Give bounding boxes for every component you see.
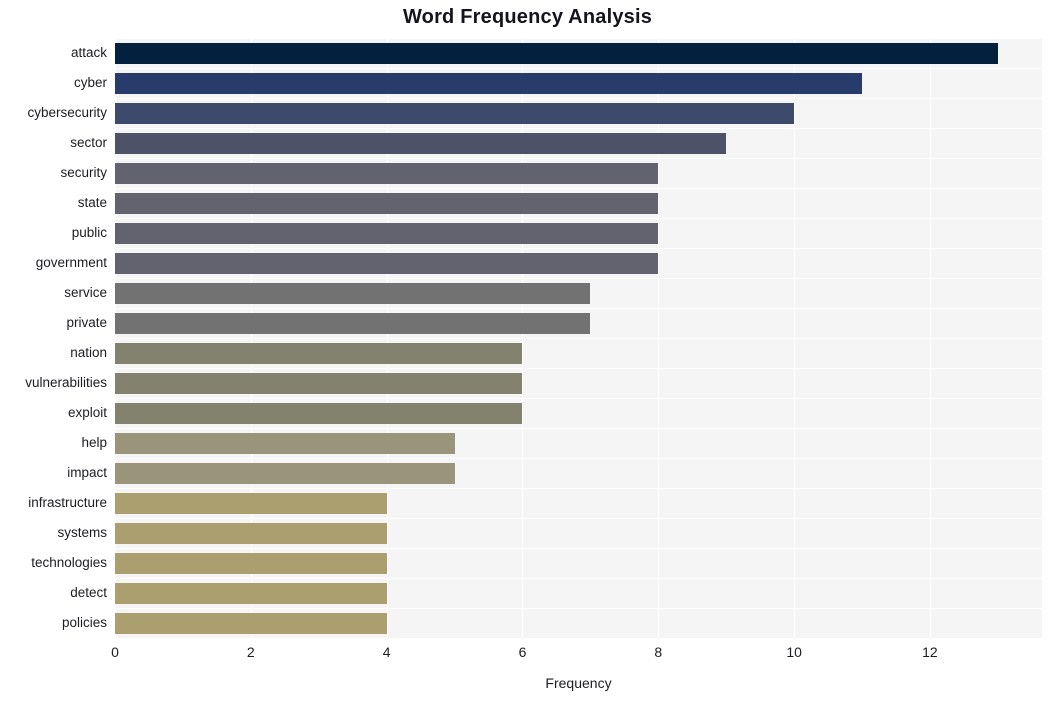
x-axis-tick-label: 12: [922, 644, 938, 660]
y-axis-tick-label: impact: [67, 465, 107, 480]
y-axis-tick-label: technologies: [31, 555, 107, 570]
y-axis-tick-label: detect: [70, 585, 107, 600]
y-axis-tick-label: vulnerabilities: [25, 375, 107, 390]
y-axis-tick-label: cybersecurity: [27, 105, 107, 120]
y-axis-tick-label: help: [81, 435, 107, 450]
x-axis-tick-label: 10: [786, 644, 802, 660]
y-axis-tick-label: security: [60, 165, 107, 180]
y-axis-tick-label: nation: [70, 345, 107, 360]
y-axis-tick-label: infrastructure: [28, 495, 107, 510]
y-axis-tick-label: service: [64, 285, 107, 300]
x-axis-tick-label: 2: [246, 644, 255, 660]
y-axis-tick-label: government: [35, 255, 107, 270]
y-axis-tick-label: attack: [70, 45, 107, 60]
y-axis-tick-label: exploit: [67, 405, 107, 420]
y-axis-tick-label: systems: [57, 525, 107, 540]
y-axis-tick-label: state: [77, 195, 107, 210]
y-axis-tick-labels: attack cyber cybersecurity sector security st…: [0, 0, 1055, 701]
x-axis-label: Frequency: [545, 675, 612, 691]
x-axis-tick-label: 6: [518, 644, 527, 660]
chart-figure: Word Frequency Analysis attack cyber cyber…: [0, 0, 1055, 701]
x-axis-tick-label: 4: [382, 644, 391, 660]
y-axis-tick-label: cyber: [73, 75, 107, 90]
x-axis-tick-label: 0: [111, 644, 119, 660]
x-axis-tick-label: 8: [654, 644, 663, 660]
y-axis-tick-label: public: [71, 225, 107, 240]
y-axis-tick-label: policies: [61, 615, 107, 630]
y-axis-tick-label: private: [66, 315, 107, 330]
y-axis-tick-label: sector: [70, 135, 107, 150]
